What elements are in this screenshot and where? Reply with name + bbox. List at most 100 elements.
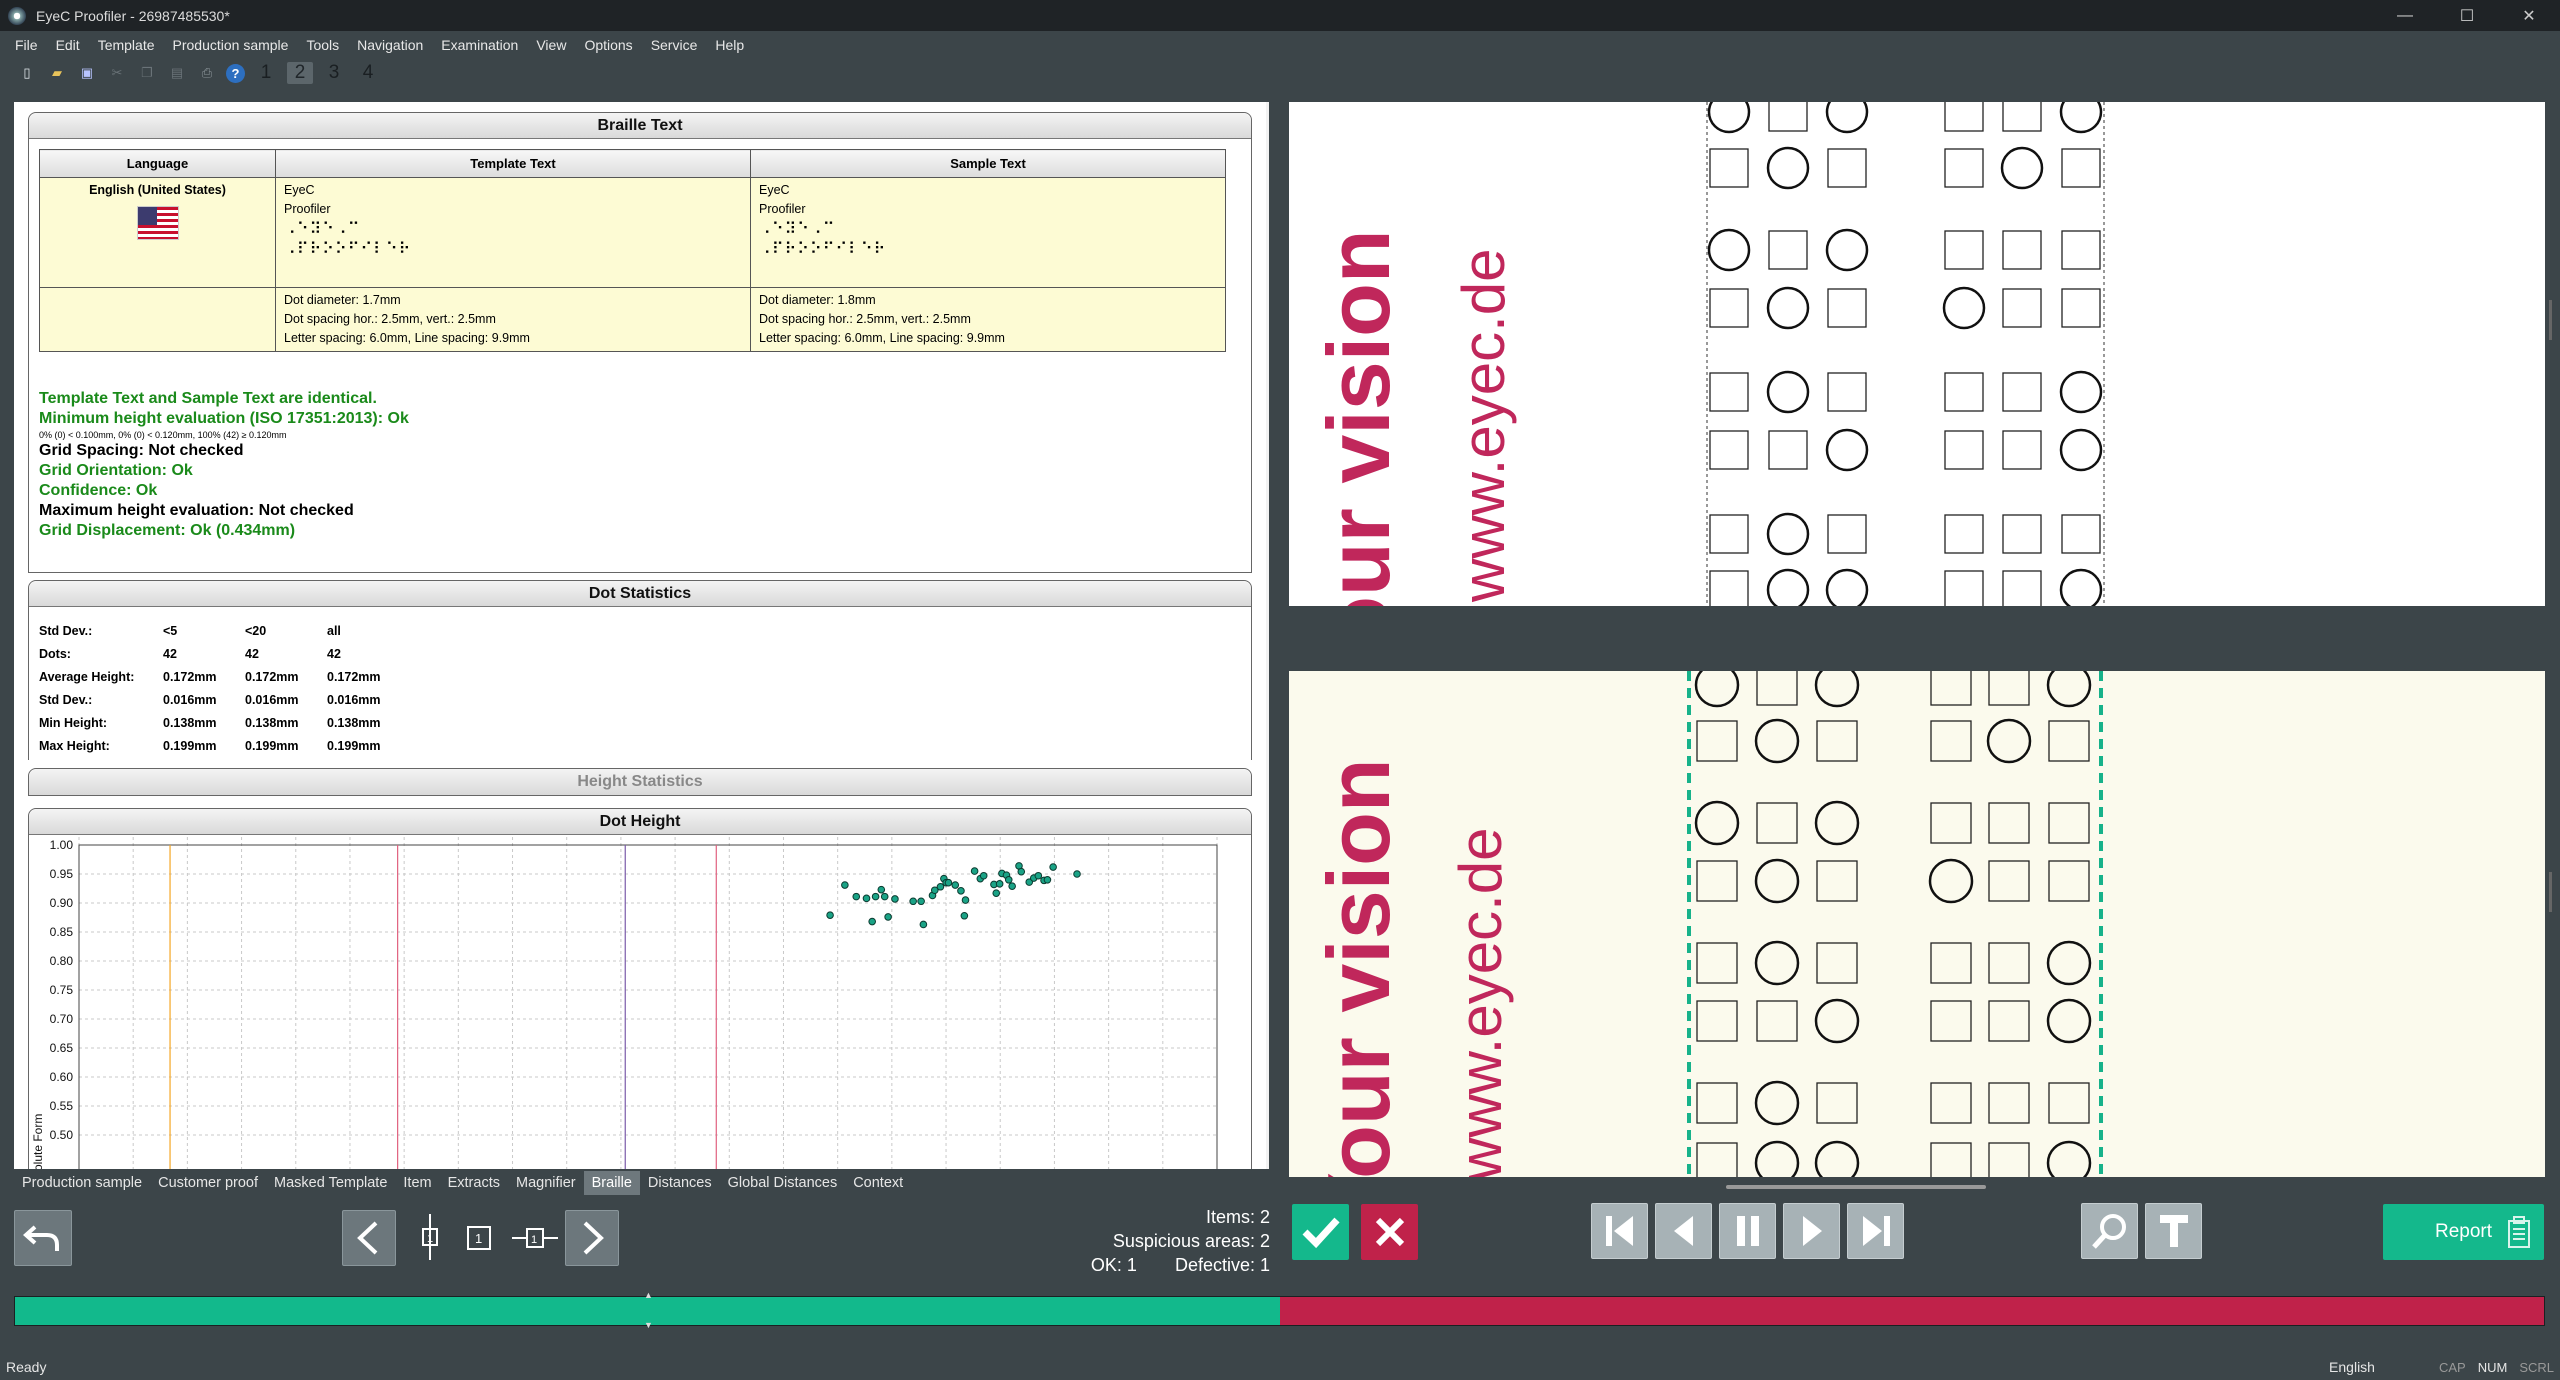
height-statistics-header[interactable]: Height Statistics <box>29 769 1251 795</box>
align-top-icon[interactable]: 1 <box>411 1212 449 1262</box>
braille-dot-square <box>1696 1082 1738 1124</box>
previous-item-button[interactable] <box>342 1210 396 1266</box>
data-point <box>1008 882 1016 890</box>
left-panel-scrollbar[interactable] <box>1266 102 1269 1169</box>
data-point <box>995 880 1004 888</box>
menu-examination[interactable]: Examination <box>432 37 527 53</box>
svg-text:Your vision: Your vision <box>1309 758 1408 1177</box>
menu-edit[interactable]: Edit <box>47 37 89 53</box>
step-forward-button[interactable] <box>1783 1203 1840 1259</box>
stat-value: 0.199mm <box>327 738 381 753</box>
stat-value: 0.172mm <box>163 669 217 684</box>
undo-icon <box>23 1225 59 1251</box>
sample-image-view[interactable]: Your vision www.eyec.de <box>1289 671 2545 1177</box>
reject-button[interactable] <box>1361 1204 1418 1260</box>
svg-text:www.eyec.de: www.eyec.de <box>1450 249 1517 604</box>
braille-dot-square <box>1988 1142 2030 1177</box>
template-vscroll-thumb[interactable] <box>2549 300 2552 340</box>
sample-vscroll-thumb[interactable] <box>2549 872 2552 912</box>
close-icon[interactable]: ✕ <box>2498 0 2560 31</box>
menu-file[interactable]: File <box>6 37 47 53</box>
braille-dot-square <box>1988 802 2030 844</box>
copy-icon[interactable]: ❐ <box>136 62 158 84</box>
sample-braille-line: ⠠⠑⠽⠑⠠⠉ <box>759 219 836 238</box>
align-horizontal-icon[interactable]: 1 <box>510 1222 560 1254</box>
splitter-handle-icon[interactable]: ▲ ▼ <box>644 1290 653 1332</box>
save-icon[interactable]: ▣ <box>76 62 98 84</box>
maximize-icon[interactable]: ☐ <box>2436 0 2498 31</box>
tab-magnifier[interactable]: Magnifier <box>508 1171 584 1195</box>
template-image-view[interactable]: Your vision www.eyec.de <box>1289 102 2545 606</box>
item-counts: Items: 2 Suspicious areas: 2 OK: 1 Defect… <box>1050 1205 1270 1277</box>
data-point <box>1034 871 1043 880</box>
sample-hscroll-thumb[interactable] <box>1726 1185 1986 1189</box>
last-button[interactable] <box>1847 1203 1904 1259</box>
step-back-button[interactable] <box>1655 1203 1712 1259</box>
braille-dot-square <box>1944 230 1984 270</box>
text-tool-button[interactable] <box>2145 1203 2202 1259</box>
page-2-button[interactable]: 2 <box>287 62 313 84</box>
menu-help[interactable]: Help <box>706 37 753 53</box>
svg-text:1: 1 <box>531 1234 537 1246</box>
braille-dot-square <box>1930 1000 1972 1042</box>
paste-icon[interactable]: ▤ <box>166 62 188 84</box>
cut-icon[interactable]: ✂ <box>106 62 128 84</box>
next-item-button[interactable] <box>565 1210 619 1266</box>
app-logo-icon <box>8 6 26 25</box>
tab-global-distances[interactable]: Global Distances <box>720 1171 846 1195</box>
menu-template[interactable]: Template <box>89 37 164 53</box>
column-header-template-text: Template Text <box>275 149 751 178</box>
dot-statistics-table: Std Dev.: <5 <20 all Dots: 42 42 42 Average He… <box>39 619 399 757</box>
height-statistics-section[interactable]: Height Statistics <box>28 768 1252 796</box>
new-file-icon[interactable]: ▯ <box>16 62 38 84</box>
evaluation-results: Template Text and Sample Text are identi… <box>39 389 409 541</box>
braille-dot-square <box>1930 720 1972 762</box>
report-button[interactable]: Report <box>2383 1204 2544 1260</box>
y-tick-label: 0.95 <box>50 867 74 881</box>
status-scrl: SCRL <box>2519 1359 2554 1375</box>
accept-button[interactable] <box>1292 1204 1349 1260</box>
menu-production-sample[interactable]: Production sample <box>164 37 298 53</box>
status-indicators: English CAP NUM SCRL <box>2323 1354 2560 1380</box>
braille-dot-square <box>1768 430 1808 470</box>
page-3-button[interactable]: 3 <box>321 62 347 84</box>
tab-braille[interactable]: Braille <box>583 1171 640 1195</box>
undo-button[interactable] <box>14 1210 72 1266</box>
tab-customer-proof[interactable]: Customer proof <box>150 1171 266 1195</box>
tab-item[interactable]: Item <box>395 1171 439 1195</box>
menu-tools[interactable]: Tools <box>297 37 348 53</box>
print-icon[interactable]: ⎙ <box>196 62 218 84</box>
tab-extracts[interactable]: Extracts <box>440 1171 508 1195</box>
pause-button[interactable] <box>1719 1203 1776 1259</box>
sample-text-line: EyeC <box>759 183 790 197</box>
open-folder-icon[interactable]: ▰ <box>46 62 68 84</box>
braille-dot-circle <box>2059 568 2103 606</box>
tab-masked-template[interactable]: Masked Template <box>266 1171 395 1195</box>
data-point <box>1049 863 1057 871</box>
braille-dot-square <box>2002 570 2042 606</box>
menu-view[interactable]: View <box>527 37 575 53</box>
menu-bar: File Edit Template Production sample Too… <box>0 31 2560 58</box>
search-button[interactable] <box>2081 1203 2138 1259</box>
skip-last-icon <box>1862 1216 1890 1246</box>
first-button[interactable] <box>1591 1203 1648 1259</box>
tab-context[interactable]: Context <box>845 1171 911 1195</box>
help-icon[interactable]: ? <box>226 63 245 83</box>
menu-navigation[interactable]: Navigation <box>348 37 432 53</box>
braille-dot-square <box>1816 720 1858 762</box>
tab-production-sample[interactable]: Production sample <box>14 1171 150 1195</box>
minimize-icon[interactable]: — <box>2374 0 2436 31</box>
braille-dot-square <box>1827 514 1867 554</box>
table-row: Std Dev.: 0.016mm 0.016mm 0.016mm <box>39 688 399 711</box>
braille-dot-circle <box>1754 718 1800 764</box>
tab-distances[interactable]: Distances <box>640 1171 720 1195</box>
page-1-button[interactable]: 1 <box>253 62 279 84</box>
braille-dot-square <box>1988 860 2030 902</box>
single-item-icon[interactable]: 1 <box>462 1222 500 1254</box>
page-4-button[interactable]: 4 <box>355 62 381 84</box>
status-num: NUM <box>2477 1359 2508 1375</box>
braille-dot-circle <box>1825 228 1869 272</box>
stat-label: Max Height: <box>39 738 110 753</box>
menu-options[interactable]: Options <box>575 37 641 53</box>
menu-service[interactable]: Service <box>642 37 707 53</box>
